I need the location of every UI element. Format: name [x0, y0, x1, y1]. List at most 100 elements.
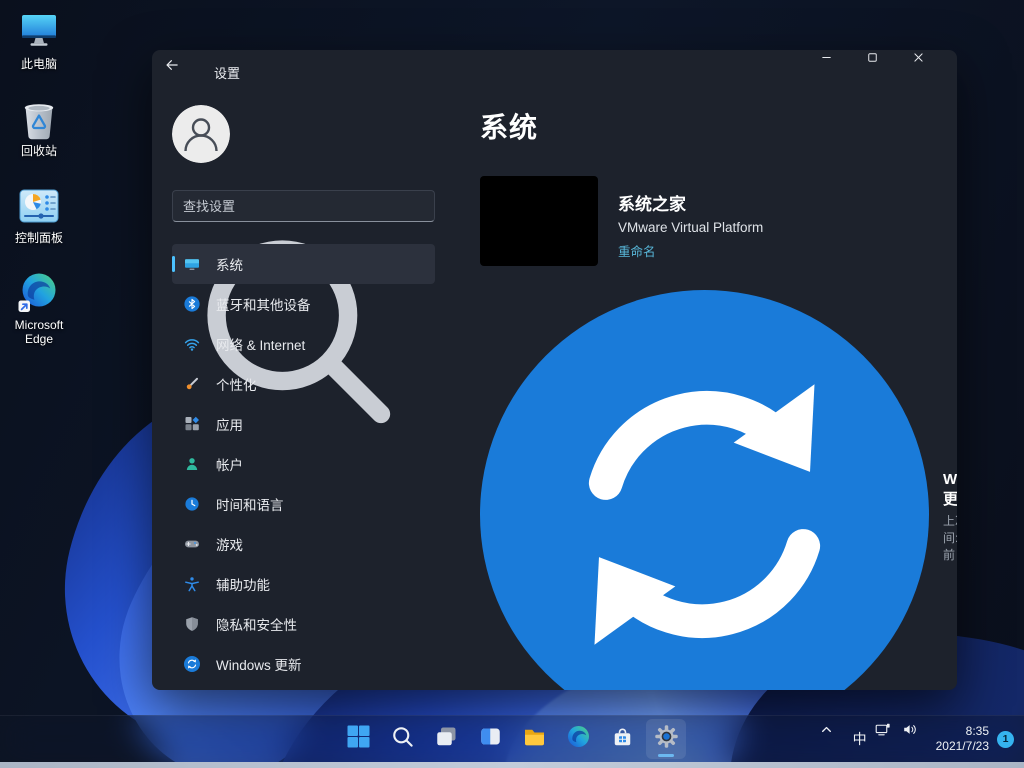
sidebar-item-personalization[interactable]: 个性化 — [172, 364, 435, 404]
bluetooth-icon — [184, 296, 200, 312]
notification-badge[interactable]: 1 — [997, 731, 1014, 748]
window-title: 设置 — [214, 63, 240, 82]
sidebar-item-label: 蓝牙和其他设备 — [216, 294, 311, 314]
sidebar-item-label: 帐户 — [216, 454, 243, 474]
sidebar-item-network[interactable]: 网络 & Internet — [172, 324, 435, 364]
personalization-icon — [184, 376, 200, 392]
control-panel-icon — [17, 184, 61, 228]
task-view-icon — [434, 724, 459, 754]
device-thumbnail — [480, 176, 598, 266]
ime-indicator[interactable]: 中 — [846, 721, 874, 757]
search-icon — [164, 197, 427, 229]
start-icon — [346, 724, 371, 754]
recycle-bin-icon — [17, 97, 61, 141]
edge-button[interactable] — [558, 719, 598, 759]
edge-logo-icon — [17, 271, 61, 315]
volume-tray-button[interactable] — [902, 721, 930, 757]
sidebar-item-label: 游戏 — [216, 534, 243, 554]
sidebar-item-label: 个性化 — [216, 374, 257, 394]
apps-icon — [184, 416, 200, 432]
sidebar-item-time-language[interactable]: 时间和语言 — [172, 484, 435, 524]
sidebar-item-gaming[interactable]: 游戏 — [172, 524, 435, 564]
window-controls — [819, 50, 957, 90]
sidebar-item-windows-update[interactable]: Windows 更新 — [172, 644, 435, 684]
windows-update-summary[interactable]: Windows 更新 上次检查时间: 23 分钟前 — [480, 290, 929, 690]
sidebar-item-label: 网络 & Internet — [216, 334, 305, 354]
sidebar-item-label: 隐私和安全性 — [216, 614, 297, 634]
file-explorer-icon — [522, 724, 547, 754]
sidebar-item-accounts[interactable]: 帐户 — [172, 444, 435, 484]
this-pc-icon — [17, 10, 61, 54]
clock-time: 8:35 — [936, 724, 989, 739]
sidebar-item-label: Windows 更新 — [216, 654, 302, 674]
clock[interactable]: 8:35 2021/7/23 — [936, 724, 989, 754]
minimize-icon — [819, 50, 865, 90]
sidebar-item-privacy[interactable]: 隐私和安全性 — [172, 604, 435, 644]
store-icon — [610, 724, 635, 754]
desktop-icon-this-pc[interactable]: 此电脑 — [10, 10, 68, 71]
volume-icon — [902, 721, 930, 757]
rename-link[interactable]: 重命名 — [618, 241, 763, 260]
search-button[interactable] — [382, 719, 422, 759]
store-button[interactable] — [602, 719, 642, 759]
accounts-icon — [184, 456, 200, 472]
device-model: VMware Virtual Platform — [618, 220, 763, 235]
desktop-icon-recycle-bin[interactable]: 回收站 — [10, 97, 68, 158]
sidebar-item-label: 应用 — [216, 414, 243, 434]
clock-date: 2021/7/23 — [936, 739, 989, 754]
file-explorer-button[interactable] — [514, 719, 554, 759]
sidebar: 系统 蓝牙和其他设备 网络 & Internet 个性化 应用 帐户 时间和语言… — [152, 94, 455, 690]
page-title: 系统 — [480, 106, 929, 146]
device-name: 系统之家 — [618, 190, 763, 215]
ime-label: 中 — [853, 729, 867, 749]
taskbar-search-icon — [390, 724, 415, 754]
selected-indicator — [172, 256, 175, 272]
desktop: 此电脑 回收站 控制面板 Microsoft Edge 设置 — [0, 0, 1024, 768]
sidebar-item-accessibility[interactable]: 辅助功能 — [172, 564, 435, 604]
minimize-button[interactable] — [819, 50, 865, 90]
user-avatar-icon — [172, 105, 230, 163]
tray-overflow-button[interactable] — [818, 721, 846, 757]
avatar[interactable] — [172, 105, 230, 163]
maximize-icon — [865, 50, 911, 90]
task-view-button[interactable] — [426, 719, 466, 759]
edge-icon — [566, 724, 591, 754]
sidebar-nav: 系统 蓝牙和其他设备 网络 & Internet 个性化 应用 帐户 时间和语言… — [172, 244, 435, 684]
screen-bottom-strip — [0, 762, 1024, 768]
sidebar-item-label: 时间和语言 — [216, 494, 284, 514]
time-language-icon — [184, 496, 200, 512]
windows-update-icon — [480, 290, 929, 690]
settings-gear-icon — [654, 724, 679, 754]
network-tray-button[interactable] — [874, 721, 902, 757]
privacy-icon — [184, 616, 200, 632]
network-icon — [184, 336, 200, 352]
settings-window: 设置 — [152, 50, 957, 690]
widgets-button[interactable] — [470, 719, 510, 759]
close-button[interactable] — [911, 50, 957, 90]
gaming-icon — [184, 536, 200, 552]
back-button[interactable] — [164, 57, 198, 87]
accessibility-icon — [184, 576, 200, 592]
sidebar-item-label: 辅助功能 — [216, 574, 270, 594]
sidebar-item-apps[interactable]: 应用 — [172, 404, 435, 444]
close-icon — [911, 50, 957, 90]
sidebar-item-system[interactable]: 系统 — [172, 244, 435, 284]
desktop-icon-edge[interactable]: Microsoft Edge — [10, 271, 68, 346]
sidebar-item-label: 系统 — [216, 254, 243, 274]
desktop-icon-label: Microsoft Edge — [10, 318, 68, 346]
sidebar-item-bluetooth[interactable]: 蓝牙和其他设备 — [172, 284, 435, 324]
system-tray: 中 8:35 2021/7/23 1 — [818, 721, 1018, 757]
maximize-button[interactable] — [865, 50, 911, 90]
titlebar[interactable]: 设置 — [152, 50, 957, 94]
chevron-up-icon — [818, 721, 846, 757]
start-button[interactable] — [338, 719, 378, 759]
desktop-icon-label: 此电脑 — [21, 57, 57, 71]
back-icon — [164, 57, 198, 87]
windows-update-icon — [184, 656, 200, 672]
network-tray-icon — [874, 721, 902, 757]
system-icon — [184, 256, 200, 272]
widgets-icon — [478, 724, 503, 754]
settings-button[interactable] — [646, 719, 686, 759]
device-header: 系统之家 VMware Virtual Platform 重命名 — [480, 176, 929, 266]
desktop-icon-control-panel[interactable]: 控制面板 — [10, 184, 68, 245]
